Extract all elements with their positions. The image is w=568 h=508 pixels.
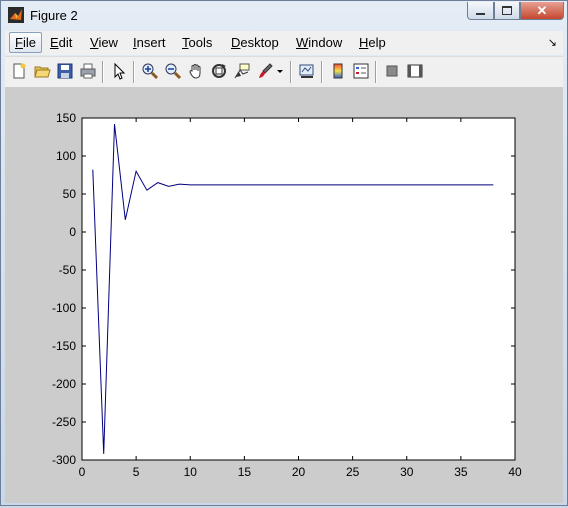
figure-window: Figure 2 ✕ File Edit View Insert Tools Deskto… xyxy=(0,0,568,506)
window-title: Figure 2 xyxy=(30,8,78,23)
brush-icon[interactable] xyxy=(256,62,274,80)
link-plot-icon[interactable] xyxy=(298,62,316,80)
y-tick-label: -300 xyxy=(52,453,76,467)
data-cursor-icon[interactable] xyxy=(233,62,251,80)
brush-dropdown-icon[interactable] xyxy=(275,62,285,80)
menu-edit[interactable]: Edit xyxy=(46,34,76,51)
y-tick-label: -250 xyxy=(52,415,76,429)
toolbar-separator xyxy=(133,61,135,83)
menu-file[interactable]: File xyxy=(9,32,42,53)
y-tick-label: 0 xyxy=(69,225,76,239)
minimize-button[interactable] xyxy=(467,2,494,20)
menu-tools[interactable]: Tools xyxy=(178,34,216,51)
insert-colorbar-icon[interactable] xyxy=(329,62,347,80)
y-tick-label: 100 xyxy=(56,149,76,163)
y-tick-label: 150 xyxy=(56,111,76,125)
y-tick-label: -50 xyxy=(59,263,77,277)
figure-toolbar xyxy=(5,56,563,87)
x-tick-label: 15 xyxy=(238,465,252,479)
x-tick-label: 0 xyxy=(79,465,86,479)
zoom-in-icon[interactable] xyxy=(141,62,159,80)
close-button[interactable]: ✕ xyxy=(520,2,564,20)
menu-insert[interactable]: Insert xyxy=(129,34,170,51)
open-file-icon[interactable] xyxy=(33,62,51,80)
menu-view[interactable]: View xyxy=(86,34,122,51)
toolbar-separator xyxy=(290,61,292,83)
minimize-icon xyxy=(476,12,485,15)
x-tick-label: 10 xyxy=(184,465,198,479)
toolbar-separator xyxy=(375,61,377,83)
menu-desktop[interactable]: Desktop xyxy=(227,34,283,51)
x-tick-label: 35 xyxy=(454,465,468,479)
rotate-3d-icon[interactable] xyxy=(210,62,228,80)
print-icon[interactable] xyxy=(79,62,97,80)
new-figure-icon[interactable] xyxy=(10,62,28,80)
menu-window[interactable]: Window xyxy=(292,34,346,51)
y-tick-label: 50 xyxy=(63,187,77,201)
x-tick-label: 25 xyxy=(346,465,360,479)
maximize-button[interactable] xyxy=(494,2,520,20)
edit-plot-arrow-icon[interactable] xyxy=(110,62,128,80)
save-icon[interactable] xyxy=(56,62,74,80)
x-tick-label: 5 xyxy=(133,465,140,479)
x-tick-label: 30 xyxy=(400,465,414,479)
matlab-logo-icon xyxy=(8,7,24,23)
menu-help[interactable]: Help xyxy=(355,34,390,51)
plot-axes-box[interactable] xyxy=(81,117,516,461)
figure-canvas: 0 5 10 15 20 25 30 35 40 150 100 50 0 -50 -100 -150 -200… xyxy=(5,87,563,503)
y-tick-label: -150 xyxy=(52,339,76,353)
x-tick-label: 20 xyxy=(292,465,306,479)
maximize-icon xyxy=(502,6,512,15)
hide-plot-tools-icon[interactable] xyxy=(383,62,401,80)
y-tick-label: -200 xyxy=(52,377,76,391)
show-plot-tools-icon[interactable] xyxy=(406,62,424,80)
zoom-out-icon[interactable] xyxy=(164,62,182,80)
y-tick-label: -100 xyxy=(52,301,76,315)
close-icon: ✕ xyxy=(536,2,548,18)
pan-hand-icon[interactable] xyxy=(187,62,205,80)
line-plot[interactable]: 0 5 10 15 20 25 30 35 40 150 100 50 0 -50 -100 -150 -200… xyxy=(5,87,563,503)
title-bar[interactable]: Figure 2 ✕ xyxy=(1,1,567,29)
toolbar-separator xyxy=(102,61,104,83)
insert-legend-icon[interactable] xyxy=(352,62,370,80)
menu-bar: File Edit View Insert Tools Desktop Window Help… xyxy=(5,31,563,55)
menu-overflow-arrow-icon[interactable]: ↘ xyxy=(548,36,557,49)
toolbar-separator xyxy=(321,61,323,83)
x-tick-label: 40 xyxy=(508,465,522,479)
